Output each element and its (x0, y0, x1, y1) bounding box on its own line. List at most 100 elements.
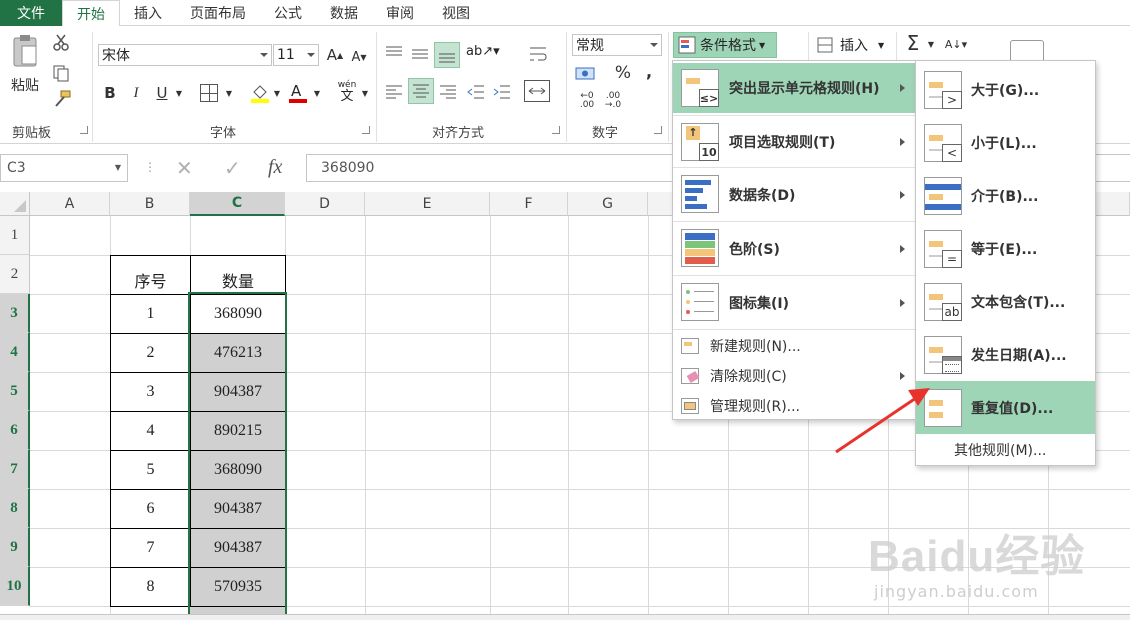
decrease-indent-icon[interactable] (466, 82, 486, 102)
insert-function-icon[interactable]: fx (268, 156, 282, 179)
submenu-item-date-occurring[interactable]: 发生日期(A)... (916, 328, 1095, 381)
paste-button[interactable]: 粘贴 (8, 76, 42, 94)
submenu-item-between[interactable]: 介于(B)... (916, 169, 1095, 222)
table-row-6-index[interactable]: 6 (110, 489, 191, 529)
menu-item-highlight-cells-rules[interactable]: ≤> 突出显示单元格规则(H) (673, 63, 917, 113)
bold-icon[interactable]: B (100, 82, 120, 104)
table-row-8-index[interactable]: 8 (110, 567, 191, 607)
format-painter-icon[interactable] (52, 90, 72, 108)
column-header-c[interactable]: C (190, 192, 285, 216)
italic-icon[interactable]: I (126, 82, 146, 104)
table-row-3-index[interactable]: 3 (110, 372, 191, 412)
align-left-icon[interactable] (384, 82, 404, 102)
fill-color-icon[interactable] (250, 82, 270, 104)
number-format-select[interactable]: 常规 (572, 34, 662, 56)
fill-color-dropdown-icon[interactable]: ▼ (272, 82, 282, 104)
row-header-2[interactable]: 2 (0, 255, 30, 294)
align-center-icon[interactable] (408, 78, 434, 104)
submenu-item-greater-than[interactable]: > 大于(G)... (916, 63, 1095, 116)
row-header-9[interactable]: 9 (0, 528, 30, 567)
font-size-select[interactable]: 11 (273, 44, 319, 66)
decrease-decimal-icon[interactable]: .00 →.0 (600, 90, 626, 112)
submenu-item-less-than[interactable]: < 小于(L)... (916, 116, 1095, 169)
column-header-d[interactable]: D (285, 192, 365, 216)
column-header-e[interactable]: E (365, 192, 490, 216)
submenu-item-text-contains[interactable]: ab 文本包含(T)... (916, 275, 1095, 328)
font-name-select[interactable]: 宋体 (98, 44, 272, 66)
cut-icon[interactable] (52, 34, 70, 52)
name-box[interactable]: C3 ▼ (0, 154, 128, 182)
column-header-a[interactable]: A (30, 192, 110, 216)
tab-view[interactable]: 视图 (428, 0, 484, 26)
tab-data[interactable]: 数据 (316, 0, 372, 26)
menu-item-data-bars[interactable]: 数据条(D) (673, 169, 917, 221)
select-all-corner[interactable] (0, 192, 30, 216)
submenu-item-more-rules[interactable]: 其他规则(M)... (916, 435, 1095, 465)
orientation-icon[interactable]: ab↗▾ (466, 44, 500, 64)
table-header-index[interactable]: 序号 (110, 255, 191, 295)
enter-icon[interactable]: ✓ (224, 156, 241, 180)
increase-decimal-icon[interactable]: ←0.00 (574, 90, 600, 112)
autosum-icon[interactable]: Σ (902, 30, 924, 56)
align-middle-icon[interactable] (410, 44, 430, 64)
column-header-f[interactable]: F (490, 192, 568, 216)
menu-item-new-rule[interactable]: 新建规则(N)... (673, 331, 917, 361)
phonetic-icon[interactable]: wén 文 (336, 80, 358, 106)
row-header-5[interactable]: 5 (0, 372, 30, 411)
autosum-dropdown-icon[interactable]: ▼ (926, 34, 936, 54)
shrink-font-icon[interactable]: A ▼ (350, 46, 368, 68)
table-row-4-index[interactable]: 4 (110, 411, 191, 451)
column-header-g[interactable]: G (568, 192, 648, 216)
phonetic-dropdown-icon[interactable]: ▼ (360, 82, 370, 104)
number-launcher-icon[interactable] (654, 126, 662, 134)
insert-cells-button[interactable]: 插入 ▼ (816, 34, 892, 56)
tab-page-layout[interactable]: 页面布局 (176, 0, 260, 26)
table-row-1-index[interactable]: 1 (110, 294, 191, 334)
menu-item-color-scales[interactable]: 色阶(S) (673, 223, 917, 275)
table-header-quantity[interactable]: 数量 (190, 255, 286, 295)
increase-indent-icon[interactable] (492, 82, 512, 102)
cancel-icon[interactable]: ✕ (176, 156, 193, 180)
align-right-icon[interactable] (438, 82, 458, 102)
align-top-icon[interactable] (384, 44, 404, 64)
tab-formulas[interactable]: 公式 (260, 0, 316, 26)
grow-font-icon[interactable]: A ▲ (326, 44, 344, 66)
file-tab[interactable]: 文件 (0, 0, 62, 26)
row-header-4[interactable]: 4 (0, 333, 30, 372)
menu-item-icon-sets[interactable]: 图标集(I) (673, 277, 917, 329)
border-icon[interactable] (200, 84, 218, 102)
tab-insert[interactable]: 插入 (120, 0, 176, 26)
font-color-icon[interactable]: A (288, 82, 308, 104)
wrap-text-icon[interactable] (528, 44, 548, 64)
row-header-8[interactable]: 8 (0, 489, 30, 528)
submenu-item-equal-to[interactable]: = 等于(E)... (916, 222, 1095, 275)
underline-dropdown-icon[interactable]: ▼ (174, 82, 184, 104)
border-dropdown-icon[interactable]: ▼ (224, 82, 234, 104)
menu-item-top-bottom-rules[interactable]: ↑ 10 项目选取规则(T) (673, 117, 917, 167)
row-header-1[interactable]: 1 (0, 216, 30, 255)
clipboard-launcher-icon[interactable] (80, 126, 88, 134)
percent-icon[interactable]: % (612, 62, 634, 84)
tab-home[interactable]: 开始 (62, 0, 120, 27)
copy-icon[interactable] (52, 64, 72, 82)
currency-icon[interactable] (574, 64, 604, 84)
underline-icon[interactable]: U (152, 82, 172, 104)
tab-review[interactable]: 审阅 (372, 0, 428, 26)
table-row-2-index[interactable]: 2 (110, 333, 191, 373)
comma-icon[interactable]: , (642, 60, 656, 82)
font-color-dropdown-icon[interactable]: ▼ (312, 82, 322, 104)
paste-icon[interactable] (10, 34, 40, 68)
font-launcher-icon[interactable] (362, 126, 370, 134)
row-header-3[interactable]: 3 (0, 294, 30, 333)
submenu-item-duplicate-values[interactable]: 重复值(D)... (916, 381, 1095, 434)
row-header-10[interactable]: 10 (0, 567, 30, 606)
merge-center-icon[interactable] (524, 80, 550, 102)
alignment-launcher-icon[interactable] (552, 126, 560, 134)
table-row-5-index[interactable]: 5 (110, 450, 191, 490)
align-bottom-icon[interactable] (434, 42, 460, 68)
sort-filter-icon[interactable]: A↓▾ (938, 32, 974, 56)
conditional-formatting-button[interactable]: 条件格式 ▼ (673, 32, 777, 58)
row-header-6[interactable]: 6 (0, 411, 30, 450)
sheet-tabs-bar[interactable] (0, 614, 1130, 620)
row-header-7[interactable]: 7 (0, 450, 30, 489)
